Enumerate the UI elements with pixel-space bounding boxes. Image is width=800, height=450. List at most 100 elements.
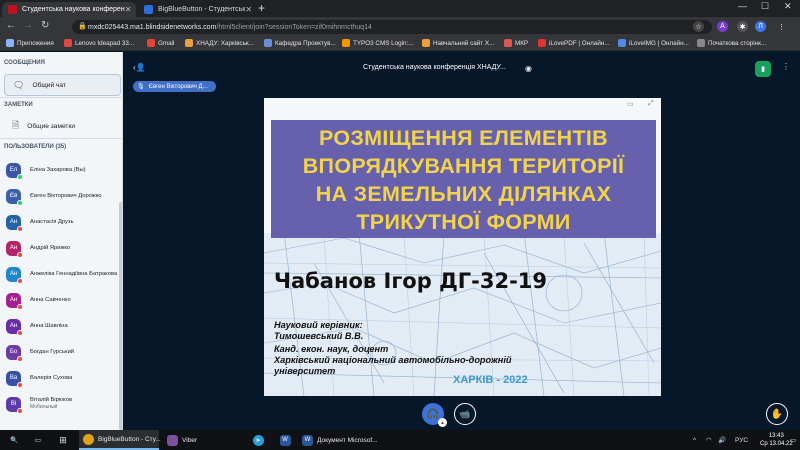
avatar-initials: Ан <box>9 271 18 277</box>
tray-chevron-icon[interactable]: ^ <box>693 430 696 450</box>
chevron-up-icon[interactable]: ▴ <box>438 418 447 427</box>
user-item[interactable]: Ва Валерія Сухова <box>6 368 120 388</box>
taskbar-word-doc[interactable]: W Документ Microsof... <box>298 430 380 450</box>
user-name: Анна Шавліна <box>30 322 68 329</box>
search-icon[interactable]: 🔍 <box>4 430 24 450</box>
forward-icon[interactable]: → <box>23 20 33 31</box>
user-item[interactable]: Ві Віталій Бірюков Мобильный <box>6 394 120 414</box>
options-icon[interactable]: ⋮ <box>782 62 790 71</box>
bookmark-mkr[interactable]: МКР <box>504 39 528 47</box>
bookmark-department[interactable]: Кафедра Проектув... <box>264 39 336 47</box>
url-path: /html5client/join?sessionToken=zif0mihnm… <box>216 23 372 31</box>
blindside-icon <box>8 5 17 14</box>
bookmark-iloveimg[interactable]: iLoveIMG | Онлайн... <box>618 39 689 47</box>
profile-avatar[interactable]: Л <box>755 21 766 32</box>
users-toggle-icon[interactable]: ‹👤 <box>133 63 146 72</box>
supervisor-line: Тимошевський В.В. <box>274 331 364 341</box>
user-device: Мобильный <box>30 404 58 410</box>
status-dot <box>17 407 23 414</box>
chat-icon: 🗨 <box>13 79 25 90</box>
user-item[interactable]: Ан Анна Савченко <box>6 290 120 310</box>
taskbar: 🔍 ▭ ⊞ BigBlueButton - Сту... Viber ➤ W W… <box>0 430 800 450</box>
start-icon[interactable]: ⊞ <box>53 430 73 450</box>
supervisor-line: Канд. екон. наук, доцент <box>274 344 389 354</box>
new-tab-icon[interactable]: + <box>258 1 265 15</box>
back-icon[interactable]: ← <box>6 20 16 31</box>
bookmark-ilovepdf[interactable]: iLovePDF | Онлайн... <box>538 39 610 47</box>
bookmark-typo3[interactable]: TYPO3 CMS Login:... <box>342 39 414 47</box>
status-dot <box>17 355 23 362</box>
user-name-text: Віталій Бірюков <box>30 397 73 403</box>
avatar: Ві <box>6 396 23 414</box>
audio-button[interactable]: 🎧 ▴ <box>422 403 447 427</box>
bookmark-label: Gmail <box>158 39 175 47</box>
bookmark-start-page[interactable]: Початкова сторінк... <box>697 39 766 47</box>
wifi-icon[interactable]: ◠ <box>706 430 712 450</box>
close-icon[interactable]: ✕ <box>125 5 132 14</box>
lenovo-icon <box>64 39 72 47</box>
menu-icon[interactable]: ⋮ <box>776 21 787 32</box>
bookmark-gmail[interactable]: Gmail <box>147 39 174 47</box>
bookmark-label: Початкова сторінк... <box>708 39 767 47</box>
bookmark-khnadu[interactable]: ХНАДУ: Харківськ... <box>185 39 254 47</box>
user-item[interactable]: Єв Євген Вікторович Дорожко <box>6 186 120 206</box>
user-name: Валерія Сухова <box>30 374 73 381</box>
raise-hand-button[interactable]: ✋ <box>766 403 788 425</box>
recording-icon[interactable]: ◉ <box>525 64 532 73</box>
close-icon[interactable]: ✕ <box>245 5 252 14</box>
star-icon[interactable]: ☆ <box>693 21 704 32</box>
user-item[interactable]: Ан Анжеліка Геннадіївна Батракова <box>6 264 120 284</box>
minimize-icon[interactable]: — <box>738 1 747 11</box>
user-item[interactable]: Бо Богдан Гурський <box>6 342 120 362</box>
share-video-button[interactable]: 📹 <box>454 403 476 425</box>
connection-status-icon[interactable]: ▮ <box>755 61 771 77</box>
notifications-icon[interactable]: ▭ <box>790 430 796 450</box>
notes-icon: 🗎 <box>12 120 20 130</box>
user-name: Анжеліка Геннадіївна Батракова <box>30 270 118 277</box>
bookmark-study-site[interactable]: Навчальний сайт Х... <box>422 39 494 47</box>
fullscreen-icon[interactable]: ⤢ <box>648 100 654 108</box>
status-dot <box>17 329 23 336</box>
word-icon: W <box>302 434 313 446</box>
presenter-name: Євген Вікторович Д... <box>148 83 208 90</box>
avatar: Ан <box>6 292 23 310</box>
shared-notes-item[interactable]: 🗎 Общие заметки <box>4 118 119 134</box>
slide-title-line: ТРИКУТНОЇ ФОРМИ <box>356 210 571 234</box>
slide-title-banner: РОЗМІЩЕННЯ ЕЛЕМЕНТІВ ВПОРЯДКУВАННЯ ТЕРИТ… <box>271 120 656 238</box>
taskbar-word-pinned[interactable]: W <box>275 430 295 450</box>
user-item[interactable]: Ан Анастасія Друзь <box>6 212 120 232</box>
user-item[interactable]: Ан Андрій Ярижко <box>6 238 120 258</box>
presenter-indicator: 🎙 Євген Вікторович Д... <box>133 81 216 92</box>
reload-icon[interactable]: ↻ <box>41 20 49 31</box>
tab-bigbluebutton[interactable]: BigBlueButton - Студентськ ✕ <box>138 2 256 17</box>
language-indicator[interactable]: РУС <box>735 430 748 450</box>
bookmark-apps[interactable]: Приложения <box>6 39 54 47</box>
presentation-slide[interactable]: ▭ ⤢ РОЗМІЩЕННЯ ЕЛЕМЕНТІВ ВПОРЯДКУВАННЯ Т… <box>264 98 661 396</box>
khnadu-icon <box>185 39 193 47</box>
extensions-icon[interactable]: ✱ <box>737 21 748 32</box>
url-input[interactable]: 🔒 mxdc025443.ma1.blindsidenetworks.com/h… <box>72 20 712 34</box>
translate-icon[interactable]: A <box>717 21 728 32</box>
close-window-icon[interactable]: ✕ <box>784 1 792 12</box>
clock-time: 13:43 <box>768 433 784 439</box>
taskbar-chrome[interactable]: BigBlueButton - Сту... <box>79 430 161 450</box>
bookmark-lenovo[interactable]: Lenovo Ideapad 33... <box>64 39 134 47</box>
taskbar-viber[interactable]: Viber <box>163 430 229 450</box>
task-view-icon[interactable]: ▭ <box>28 430 48 450</box>
clock[interactable]: 13:43 Ср 13.04.22 <box>760 432 793 448</box>
taskbar-telegram[interactable]: ➤ <box>248 430 268 450</box>
maximize-icon[interactable]: ☐ <box>761 1 769 12</box>
tab-conference[interactable]: Студентська наукова конферен ✕ <box>2 2 136 17</box>
minimize-presentation-icon[interactable]: ▭ <box>627 100 634 108</box>
user-item[interactable]: Ан Анна Шавліна <box>6 316 120 336</box>
users-scrollbar[interactable] <box>119 202 122 430</box>
user-item[interactable]: Ел Еліна Захарова (Вы) <box>6 160 120 180</box>
public-chat-item[interactable]: 🗨 Общий чат <box>4 74 121 96</box>
bookmark-label: Приложения <box>17 39 54 47</box>
avatar-initials: Ві <box>10 401 17 407</box>
user-name: Богдан Гурський <box>30 348 75 355</box>
volume-icon[interactable]: 🔊 <box>718 430 726 450</box>
status-dot <box>17 251 23 258</box>
start-page-icon <box>697 39 705 47</box>
mkr-icon <box>504 39 512 47</box>
